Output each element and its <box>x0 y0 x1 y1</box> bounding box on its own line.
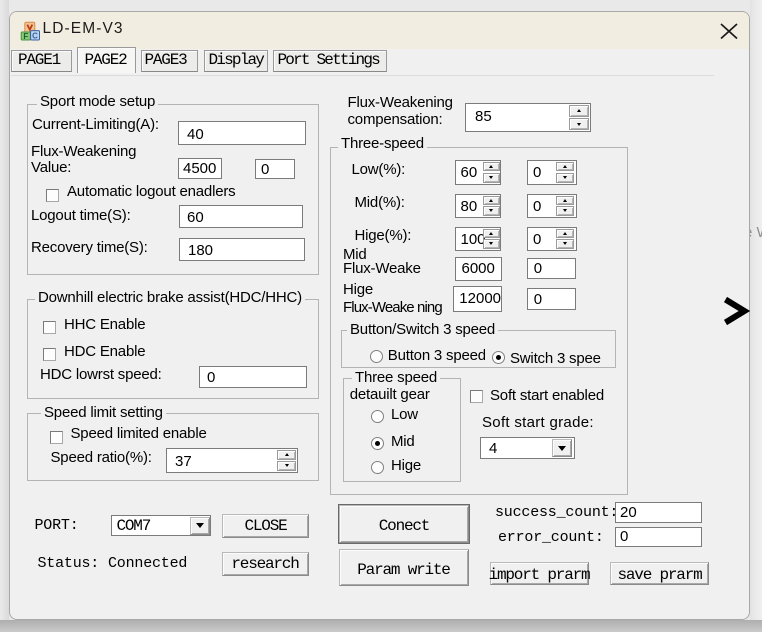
svg-text:C: C <box>32 32 38 41</box>
svg-text:F: F <box>23 32 28 41</box>
